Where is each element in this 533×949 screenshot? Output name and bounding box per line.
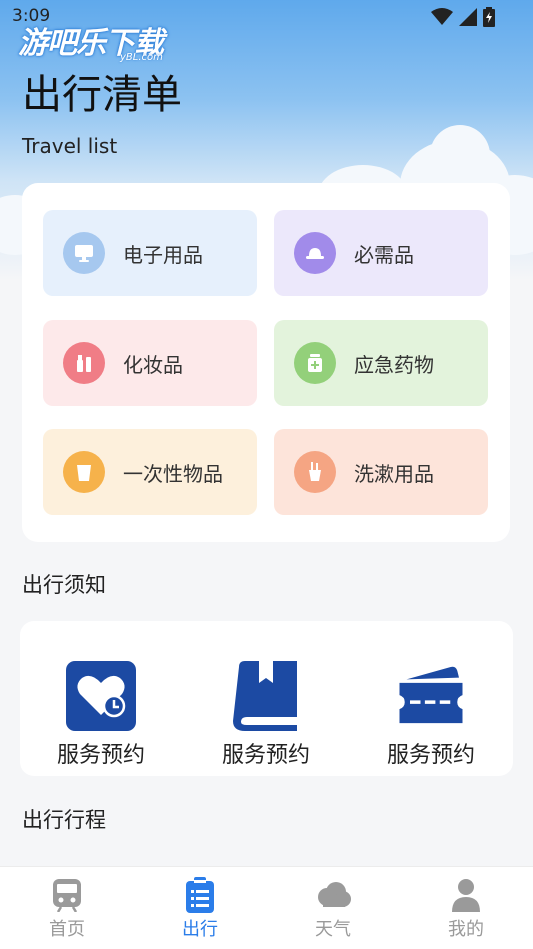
book-icon (231, 661, 301, 731)
service-label: 服务预约 (221, 743, 310, 768)
heart-clock-icon (66, 661, 136, 731)
tab-weather[interactable]: 天气 (283, 877, 383, 941)
hat-icon (294, 232, 336, 274)
status-icons (431, 7, 495, 27)
category-label: 电子用品 (123, 242, 203, 267)
train-icon (17, 877, 117, 913)
service-item[interactable]: 服务预约 (361, 661, 501, 769)
monitor-icon (63, 232, 105, 274)
tab-home[interactable]: 首页 (17, 877, 117, 941)
category-label: 一次性物品 (123, 461, 223, 486)
service-label: 服务预约 (386, 743, 475, 768)
tab-travel[interactable]: 出行 (150, 877, 250, 941)
category-essentials[interactable]: 必需品 (274, 210, 488, 296)
clipboard-list-icon (150, 877, 250, 913)
category-label: 应急药物 (354, 352, 434, 377)
tab-mine[interactable]: 我的 (416, 877, 516, 941)
category-toiletries[interactable]: 洗漱用品 (274, 429, 488, 515)
service-label: 服务预约 (56, 743, 145, 768)
toiletries-icon (294, 451, 336, 493)
tab-label: 出行 (182, 919, 218, 940)
battery-icon (483, 7, 495, 27)
wifi-icon (431, 8, 453, 25)
section-title-itinerary: 出行行程 (22, 808, 106, 832)
category-label: 化妆品 (123, 352, 183, 377)
signal-icon (459, 8, 477, 26)
category-label: 必需品 (354, 242, 414, 267)
section-title-notice: 出行须知 (22, 573, 106, 597)
page-title: 出行清单 (22, 72, 182, 118)
tab-label: 首页 (49, 919, 85, 940)
category-electronics[interactable]: 电子用品 (43, 210, 257, 296)
ticket-icon (396, 661, 466, 731)
service-item[interactable]: 服务预约 (31, 661, 171, 769)
page-subtitle: Travel list (22, 134, 118, 158)
category-disposables[interactable]: 一次性物品 (43, 429, 257, 515)
service-item[interactable]: 服务预约 (196, 661, 336, 769)
cosmetics-icon (63, 342, 105, 384)
tab-label: 我的 (448, 919, 484, 940)
category-cosmetics[interactable]: 化妆品 (43, 320, 257, 406)
category-medicine[interactable]: 应急药物 (274, 320, 488, 406)
cloud-icon (283, 877, 383, 913)
services-card: 服务预约 服务预约 服务预约 (20, 621, 513, 776)
cup-icon (63, 451, 105, 493)
tab-label: 天气 (315, 919, 351, 940)
category-card: 电子用品 必需品 化妆品 应急药物 一次性物品 洗漱用品 (22, 183, 510, 542)
category-label: 洗漱用品 (354, 461, 434, 486)
person-icon (416, 877, 516, 913)
bottom-tab-bar: 首页 出行 天气 我的 (0, 866, 533, 949)
medicine-icon (294, 342, 336, 384)
